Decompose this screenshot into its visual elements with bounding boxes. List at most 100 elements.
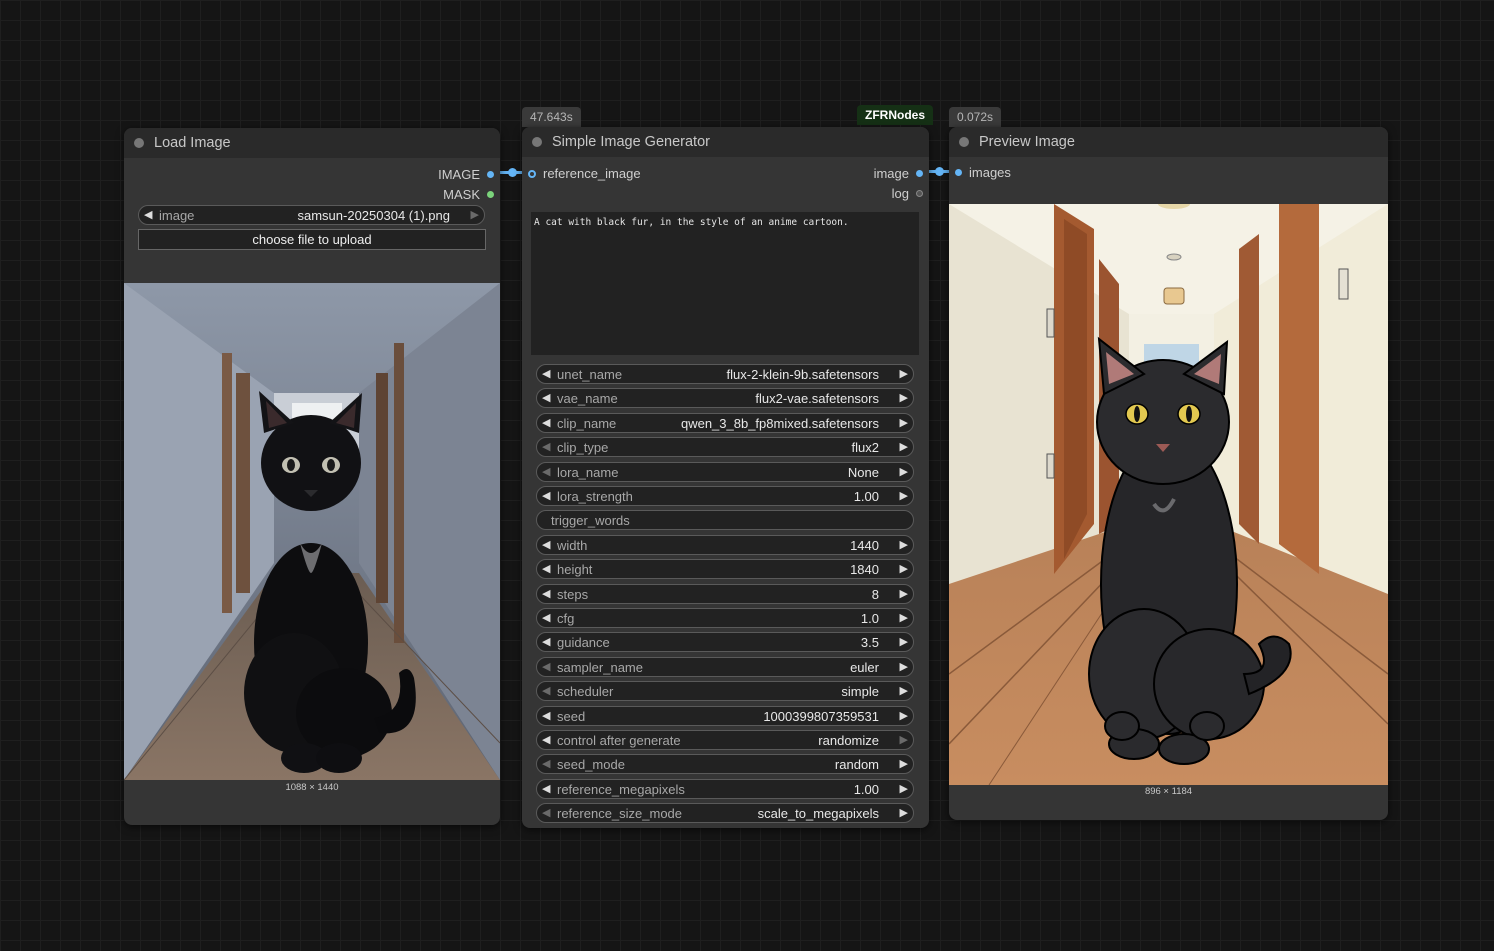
increment-arrow-icon[interactable]: ▶ bbox=[900, 440, 908, 453]
slot-dot-icon[interactable] bbox=[955, 169, 962, 176]
widget-value: randomize bbox=[818, 733, 879, 748]
increment-arrow-icon[interactable]: ▶ bbox=[900, 611, 908, 624]
widget-clip-name[interactable]: ◀ clip_name qwen_3_8b_fp8mixed.safetensors… bbox=[536, 412, 914, 433]
slot-dot-icon[interactable] bbox=[916, 170, 923, 177]
node-header[interactable]: Preview Image bbox=[949, 127, 1388, 157]
widget-label: reference_megapixels bbox=[557, 781, 685, 797]
decrement-arrow-icon[interactable]: ◀ bbox=[542, 489, 550, 502]
widget-label: reference_size_mode bbox=[557, 806, 683, 822]
widget-cfg[interactable]: ◀ cfg 1.0 ▶ bbox=[536, 608, 914, 628]
increment-arrow-icon[interactable]: ▶ bbox=[900, 416, 908, 429]
widget-steps[interactable]: ◀ steps 8 ▶ bbox=[536, 583, 914, 604]
load-image-node[interactable]: Load Image IMAGE MASK ◀ image samsun-202… bbox=[124, 128, 500, 825]
decrement-arrow-icon[interactable]: ◀ bbox=[542, 782, 550, 795]
decrement-arrow-icon[interactable]: ◀ bbox=[542, 562, 550, 575]
increment-arrow-icon[interactable]: ▶ bbox=[900, 562, 908, 575]
slot-dot-icon[interactable] bbox=[487, 171, 494, 178]
widget-trigger-words[interactable]: trigger_words bbox=[536, 510, 914, 531]
widget-seed-mode[interactable]: ◀ seed_mode random ▶ bbox=[536, 754, 914, 775]
widget-unet-name[interactable]: ◀ unet_name flux-2-klein-9b.safetensors ▶ bbox=[536, 364, 914, 384]
collapse-dot-icon[interactable] bbox=[134, 138, 144, 148]
increment-arrow-icon[interactable]: ▶ bbox=[900, 489, 908, 502]
link-knob-1[interactable] bbox=[508, 168, 517, 177]
decrement-arrow-icon[interactable]: ◀ bbox=[542, 440, 550, 453]
input-slot-images[interactable]: images bbox=[955, 165, 1011, 180]
widget-label: clip_type bbox=[557, 440, 609, 456]
increment-arrow-icon[interactable]: ▶ bbox=[900, 757, 908, 770]
slot-dot-icon[interactable] bbox=[916, 190, 923, 197]
slot-dot-icon[interactable] bbox=[528, 169, 536, 178]
widget-scheduler[interactable]: ◀ scheduler simple ▶ bbox=[536, 681, 914, 702]
increment-arrow-icon[interactable]: ▶ bbox=[900, 391, 908, 404]
increment-arrow-icon[interactable]: ▶ bbox=[900, 587, 908, 600]
node-header[interactable]: Simple Image Generator bbox=[522, 127, 929, 157]
widget-value: euler bbox=[850, 659, 879, 675]
execution-time-badge: 0.072s bbox=[949, 107, 1002, 127]
widget-guidance[interactable]: ◀ guidance 3.5 ▶ bbox=[536, 632, 914, 653]
widget-label: steps bbox=[557, 586, 589, 602]
output-slot-image[interactable]: IMAGE bbox=[438, 167, 494, 182]
widget-sampler-name[interactable]: ◀ sampler_name euler ▶ bbox=[536, 656, 914, 677]
output-slot-mask[interactable]: MASK bbox=[443, 187, 494, 202]
widget-width[interactable]: ◀ width 1440 ▶ bbox=[536, 534, 914, 555]
widget-label: seed_mode bbox=[557, 757, 625, 773]
decrement-arrow-icon[interactable]: ◀ bbox=[542, 611, 550, 624]
slot-dot-icon[interactable] bbox=[487, 191, 494, 198]
widget-label: scheduler bbox=[557, 684, 614, 700]
widget-label: seed bbox=[557, 708, 586, 724]
increment-arrow-icon[interactable]: ▶ bbox=[900, 465, 908, 478]
widget-control-after-generate[interactable]: ◀ control after generate randomize ▶ bbox=[536, 730, 914, 750]
increment-arrow-icon[interactable]: ▶ bbox=[900, 709, 908, 722]
widget-value: None bbox=[847, 464, 879, 480]
input-slot-reference-image[interactable]: reference_image bbox=[528, 166, 641, 181]
decrement-arrow-icon[interactable]: ◀ bbox=[542, 709, 550, 722]
widget-lora-strength[interactable]: ◀ lora_strength 1.00 ▶ bbox=[536, 486, 914, 506]
decrement-arrow-icon[interactable]: ◀ bbox=[542, 635, 550, 648]
output-slot-image[interactable]: image bbox=[874, 166, 923, 181]
widget-label: guidance bbox=[557, 635, 610, 651]
increment-arrow-icon[interactable]: ▶ bbox=[471, 208, 479, 221]
widget-value: random bbox=[834, 757, 879, 773]
increment-arrow-icon[interactable]: ▶ bbox=[900, 660, 908, 673]
collapse-dot-icon[interactable] bbox=[959, 137, 969, 147]
decrement-arrow-icon[interactable]: ◀ bbox=[542, 757, 550, 770]
widget-seed[interactable]: ◀ seed 1000399807359531 ▶ bbox=[536, 705, 914, 726]
widget-reference-megapixels[interactable]: ◀ reference_megapixels 1.00 ▶ bbox=[536, 778, 914, 799]
image-combo-widget[interactable]: ◀ image samsun-20250304 (1).png ▶ bbox=[138, 205, 485, 225]
decrement-arrow-icon[interactable]: ◀ bbox=[144, 208, 152, 221]
widget-label: lora_name bbox=[557, 464, 619, 480]
widget-value: 1.0 bbox=[860, 611, 879, 626]
increment-arrow-icon[interactable]: ▶ bbox=[900, 635, 908, 648]
decrement-arrow-icon[interactable]: ◀ bbox=[542, 367, 550, 380]
upload-button[interactable]: choose file to upload bbox=[138, 229, 486, 250]
increment-arrow-icon[interactable]: ▶ bbox=[900, 806, 908, 819]
widget-label: unet_name bbox=[557, 367, 623, 382]
decrement-arrow-icon[interactable]: ◀ bbox=[542, 733, 550, 746]
decrement-arrow-icon[interactable]: ◀ bbox=[542, 538, 550, 551]
decrement-arrow-icon[interactable]: ◀ bbox=[542, 416, 550, 429]
widget-lora-name[interactable]: ◀ lora_name None ▶ bbox=[536, 461, 914, 482]
decrement-arrow-icon[interactable]: ◀ bbox=[542, 587, 550, 600]
decrement-arrow-icon[interactable]: ◀ bbox=[542, 465, 550, 478]
preview-image-node[interactable]: Preview Image images 896 × 1184 bbox=[949, 127, 1388, 820]
simple-image-generator-node[interactable]: Simple Image Generator reference_image i… bbox=[522, 127, 929, 828]
increment-arrow-icon[interactable]: ▶ bbox=[900, 782, 908, 795]
decrement-arrow-icon[interactable]: ◀ bbox=[542, 684, 550, 697]
increment-arrow-icon[interactable]: ▶ bbox=[900, 684, 908, 697]
widget-label: cfg bbox=[557, 611, 575, 626]
decrement-arrow-icon[interactable]: ◀ bbox=[542, 806, 550, 819]
collapse-dot-icon[interactable] bbox=[532, 137, 542, 147]
increment-arrow-icon[interactable]: ▶ bbox=[900, 367, 908, 380]
decrement-arrow-icon[interactable]: ◀ bbox=[542, 660, 550, 673]
widget-height[interactable]: ◀ height 1840 ▶ bbox=[536, 559, 914, 580]
increment-arrow-icon[interactable]: ▶ bbox=[900, 538, 908, 551]
prompt-textarea[interactable]: A cat with black fur, in the style of an… bbox=[531, 212, 919, 355]
link-knob-2[interactable] bbox=[935, 167, 944, 176]
node-header[interactable]: Load Image bbox=[124, 128, 500, 158]
output-slot-log[interactable]: log bbox=[892, 186, 923, 201]
decrement-arrow-icon[interactable]: ◀ bbox=[542, 391, 550, 404]
widget-clip-type[interactable]: ◀ clip_type flux2 ▶ bbox=[536, 437, 914, 458]
widget-vae-name[interactable]: ◀ vae_name flux2-vae.safetensors ▶ bbox=[536, 388, 914, 409]
widget-reference-size-mode[interactable]: ◀ reference_size_mode scale_to_megapixels ▶ bbox=[536, 803, 914, 824]
increment-arrow-icon[interactable]: ▶ bbox=[900, 733, 908, 746]
